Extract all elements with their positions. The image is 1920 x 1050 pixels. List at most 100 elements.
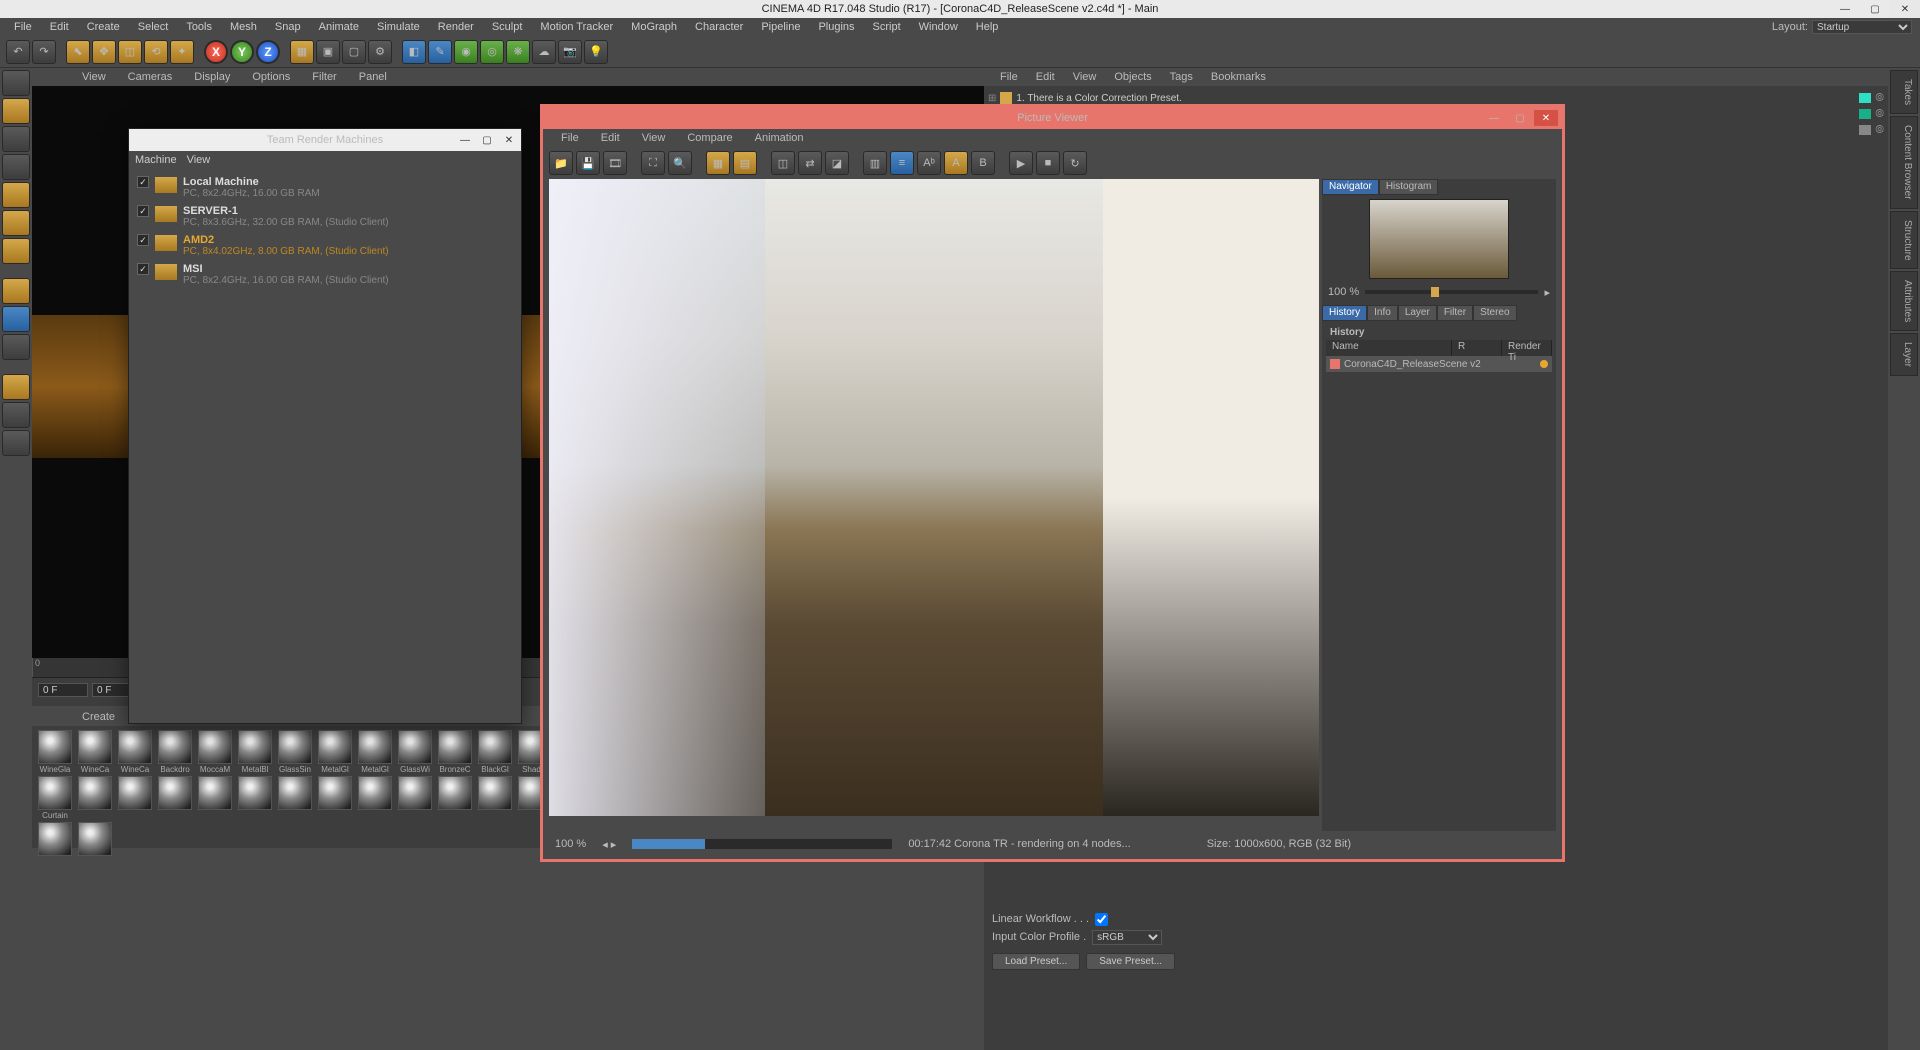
menu-help[interactable]: Help	[968, 19, 1007, 35]
team-render-window[interactable]: Team Render Machines —▢✕ MachineView ✓Lo…	[128, 128, 522, 724]
pv-zoom-icon[interactable]: 🔍	[668, 151, 692, 175]
pv-swap-icon[interactable]: ⇄	[798, 151, 822, 175]
pv-auto-icon[interactable]: A	[944, 151, 968, 175]
material-item[interactable]	[396, 776, 434, 820]
tr-checkbox[interactable]: ✓	[137, 176, 149, 188]
environment-icon[interactable]: ☁	[532, 40, 556, 64]
material-item[interactable]	[276, 776, 314, 820]
material-item[interactable]: Backdro	[156, 730, 194, 774]
soft-icon[interactable]	[2, 430, 30, 456]
scale-tool-icon[interactable]: ◫	[118, 40, 142, 64]
select-tool-icon[interactable]: ⬉	[66, 40, 90, 64]
material-item[interactable]: MetalBl	[236, 730, 274, 774]
material-item[interactable]	[356, 776, 394, 820]
vp-menu-panel[interactable]: Panel	[349, 69, 397, 85]
material-item[interactable]	[476, 776, 514, 820]
picture-viewer-window[interactable]: Picture Viewer —▢✕ FileEditViewCompareAn…	[540, 104, 1565, 862]
menu-sculpt[interactable]: Sculpt	[484, 19, 531, 35]
material-item[interactable]	[236, 776, 274, 820]
x-axis-icon[interactable]: X	[204, 40, 228, 64]
move-tool-icon[interactable]: ✥	[92, 40, 116, 64]
pv-film-icon[interactable]: 🎞	[603, 151, 627, 175]
vp-menu-filter[interactable]: Filter	[302, 69, 346, 85]
minimize-icon[interactable]: —	[1830, 0, 1860, 18]
material-item[interactable]: MoccaM	[196, 730, 234, 774]
viewport-solo-icon[interactable]	[2, 334, 30, 360]
menu-tools[interactable]: Tools	[178, 19, 220, 35]
menu-snap[interactable]: Snap	[267, 19, 309, 35]
material-item[interactable]: GlassWi	[396, 730, 434, 774]
obj-menu-file[interactable]: File	[992, 69, 1026, 85]
pv-filter-icon[interactable]: ▥	[863, 151, 887, 175]
material-item[interactable]	[116, 776, 154, 820]
tr-maximize-icon[interactable]: ▢	[477, 132, 497, 148]
object-swatch[interactable]	[1859, 125, 1871, 135]
pv-b-icon[interactable]: B	[971, 151, 995, 175]
pv-menu-compare[interactable]: Compare	[677, 130, 742, 146]
material-item[interactable]	[76, 822, 114, 857]
menu-mograph[interactable]: MoGraph	[623, 19, 685, 35]
pv-menu-file[interactable]: File	[551, 130, 589, 146]
tr-machine-list[interactable]: ✓Local MachinePC, 8x2.4GHz, 16.00 GB RAM…	[129, 169, 521, 293]
pv-col-r[interactable]: R	[1452, 340, 1502, 356]
pv-hist-icon[interactable]: ▤	[733, 151, 757, 175]
texture-mode-icon[interactable]	[2, 126, 30, 152]
vp-menu-display[interactable]: Display	[184, 69, 240, 85]
y-axis-icon[interactable]: Y	[230, 40, 254, 64]
dock-tab-content-browser[interactable]: Content Browser	[1890, 116, 1918, 208]
deformer-icon[interactable]: ❋	[506, 40, 530, 64]
pv-col-name[interactable]: Name	[1326, 340, 1452, 356]
redo-icon[interactable]: ↷	[32, 40, 56, 64]
material-item[interactable]: GlassSin	[276, 730, 314, 774]
menu-create[interactable]: Create	[79, 19, 128, 35]
undo-icon[interactable]: ↶	[6, 40, 30, 64]
obj-menu-bookmarks[interactable]: Bookmarks	[1203, 69, 1274, 85]
menu-select[interactable]: Select	[130, 19, 177, 35]
object-swatch[interactable]	[1859, 93, 1871, 103]
obj-menu-tags[interactable]: Tags	[1162, 69, 1201, 85]
render-icon[interactable]: ▣	[316, 40, 340, 64]
pv-render-view[interactable]	[549, 179, 1319, 816]
vp-menu-cameras[interactable]: Cameras	[118, 69, 183, 85]
menu-pipeline[interactable]: Pipeline	[753, 19, 808, 35]
obj-menu-view[interactable]: View	[1065, 69, 1105, 85]
tr-close-icon[interactable]: ✕	[499, 132, 519, 148]
tr-machine-row[interactable]: ✓SERVER-1PC, 8x3.6GHz, 32.00 GB RAM, (St…	[133, 202, 517, 231]
pv-tab-filter[interactable]: Filter	[1437, 305, 1473, 321]
menu-render[interactable]: Render	[430, 19, 482, 35]
tr-titlebar[interactable]: Team Render Machines —▢✕	[129, 129, 521, 151]
pv-titlebar[interactable]: Picture Viewer —▢✕	[543, 107, 1562, 129]
save-preset-button[interactable]: Save Preset...	[1086, 953, 1175, 970]
tr-checkbox[interactable]: ✓	[137, 205, 149, 217]
menu-motion tracker[interactable]: Motion Tracker	[532, 19, 621, 35]
menu-mesh[interactable]: Mesh	[222, 19, 265, 35]
light-icon[interactable]: 💡	[584, 40, 608, 64]
menu-animate[interactable]: Animate	[311, 19, 367, 35]
menu-window[interactable]: Window	[911, 19, 966, 35]
pv-tab-navigator[interactable]: Navigator	[1322, 179, 1379, 195]
renderregion-icon[interactable]: ▢	[342, 40, 366, 64]
pv-maximize-icon[interactable]: ▢	[1508, 110, 1532, 126]
pv-save-icon[interactable]: 💾	[576, 151, 600, 175]
pv-status-step-icon[interactable]: ◂ ▸	[602, 838, 616, 851]
rotate-tool-icon[interactable]: ⟲	[144, 40, 168, 64]
edge-mode-icon[interactable]	[2, 210, 30, 236]
pv-menu-view[interactable]: View	[632, 130, 676, 146]
axis-mode-icon[interactable]	[2, 278, 30, 304]
tr-menu-machine[interactable]: Machine	[135, 154, 177, 166]
pv-zoom-slider[interactable]	[1365, 290, 1538, 294]
menu-character[interactable]: Character	[687, 19, 751, 35]
pv-ab-icon[interactable]: Aᵇ	[917, 151, 941, 175]
coord-icon[interactable]: ▦	[290, 40, 314, 64]
pv-tab-layer[interactable]: Layer	[1398, 305, 1437, 321]
pv-menu-animation[interactable]: Animation	[745, 130, 814, 146]
pv-tab-history[interactable]: History	[1322, 305, 1367, 321]
material-item[interactable]: MetalGl	[316, 730, 354, 774]
pv-tab-stereo[interactable]: Stereo	[1473, 305, 1516, 321]
material-item[interactable]: BronzeC	[436, 730, 474, 774]
nurbs-icon[interactable]: ◉	[454, 40, 478, 64]
poly-mode-icon[interactable]	[2, 238, 30, 264]
camera-icon[interactable]: 📷	[558, 40, 582, 64]
rendersettings-icon[interactable]: ⚙	[368, 40, 392, 64]
pv-compare-icon[interactable]: ◫	[771, 151, 795, 175]
